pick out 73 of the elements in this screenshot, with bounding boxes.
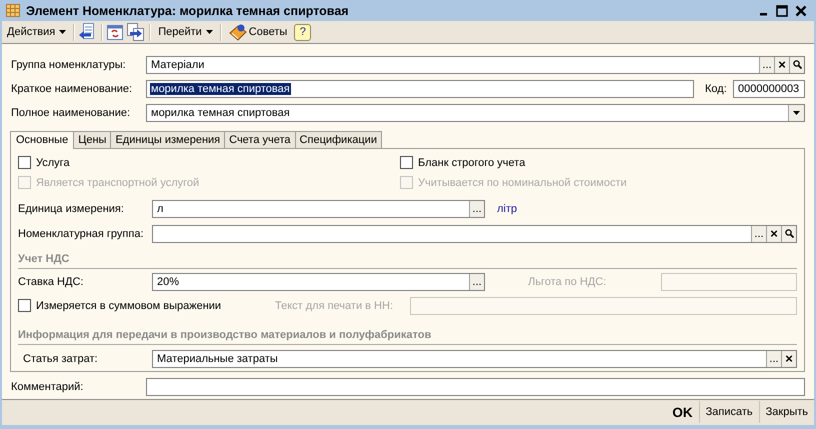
- table-icon: [6, 4, 20, 18]
- checkbox-label: Является транспортной услугой: [36, 176, 200, 189]
- footer-button[interactable]: OK: [666, 401, 699, 424]
- field-label: Ставка НДС:: [18, 276, 84, 288]
- maximize-icon[interactable]: [776, 4, 788, 17]
- checkbox[interactable]: [18, 156, 31, 170]
- field-label: Текст для печати в НН:: [275, 300, 394, 312]
- tab[interactable]: Счета учета: [224, 130, 296, 148]
- select-button[interactable]: ...: [751, 226, 766, 242]
- checkbox[interactable]: [400, 156, 413, 170]
- goto-menu[interactable]: Перейти: [155, 22, 216, 42]
- caret-icon: [793, 110, 800, 115]
- field-label: Комментарий:: [11, 380, 84, 393]
- checkbox-label: Учитывается по номинальной стоимости: [418, 176, 627, 189]
- calendar-icon[interactable]: [107, 24, 124, 40]
- book-icon: [228, 23, 247, 42]
- checkbox-label: Услуга: [36, 156, 70, 169]
- tab[interactable]: Единицы измерения: [110, 130, 226, 148]
- field-text: 0000000003: [737, 82, 800, 95]
- input-field[interactable]: Материальные затраты ... ×: [152, 350, 797, 368]
- field-label: Льгота по НДС:: [528, 276, 606, 288]
- field-label: Статья затрат:: [22, 352, 99, 364]
- select-button[interactable]: ...: [469, 201, 484, 218]
- clear-button[interactable]: ×: [774, 56, 789, 73]
- field-label: Группа номенклатуры:: [11, 58, 127, 71]
- field-text: морилка темная спиртовая: [150, 106, 291, 119]
- select-button[interactable]: ...: [759, 56, 774, 73]
- unit-link[interactable]: літр: [485, 203, 797, 216]
- field-label: Краткое наименование:: [11, 82, 134, 95]
- select-button[interactable]: ...: [766, 350, 781, 366]
- actions-menu[interactable]: Действия: [4, 22, 70, 42]
- tab[interactable]: Цены: [73, 130, 112, 148]
- input-field[interactable]: л ...: [152, 200, 485, 218]
- window-title: Элемент Номенклатура: морилка темная спиртовая: [26, 4, 350, 18]
- section-title: Информация для передачи в производство материалов и полуфабрикатов: [18, 328, 797, 346]
- input-field[interactable]: ... ×: [152, 224, 797, 243]
- search-button[interactable]: [781, 226, 796, 242]
- field-text: 20%: [156, 276, 180, 288]
- input-field[interactable]: морилка темная спиртовая: [146, 80, 694, 98]
- search-icon: [784, 229, 794, 238]
- field-label: Единица измерения:: [18, 203, 125, 216]
- select-button[interactable]: ...: [469, 274, 484, 290]
- input-field[interactable]: 0000000003: [733, 80, 805, 98]
- dropdown-button[interactable]: [788, 104, 804, 121]
- checkbox-label: Измеряется в суммовом выражении: [36, 300, 222, 312]
- field-text: морилка темная спиртовая: [150, 82, 291, 95]
- clear-button[interactable]: ×: [766, 226, 781, 242]
- field-label: Номенклатурная группа:: [18, 228, 145, 240]
- clear-button[interactable]: ×: [781, 350, 796, 366]
- footer-button[interactable]: Записать: [698, 401, 759, 424]
- input-field[interactable]: [146, 378, 805, 396]
- input-field[interactable]: морилка темная спиртовая: [146, 104, 805, 122]
- input-field[interactable]: 20% ...: [152, 272, 485, 291]
- field-label: Полное наименование:: [11, 106, 132, 119]
- tab[interactable]: Спецификации: [294, 130, 382, 148]
- caret-icon: [206, 30, 213, 34]
- input-field[interactable]: Матеріали ... ×: [146, 56, 805, 74]
- caret-icon: [59, 30, 66, 34]
- tips-button[interactable]: Советы: [226, 22, 290, 42]
- tab[interactable]: Основные: [10, 130, 74, 149]
- copy-icon[interactable]: [127, 23, 146, 42]
- section-title: Учет НДС: [18, 252, 797, 270]
- close-icon[interactable]: [795, 4, 807, 17]
- footer-button[interactable]: Закрыть: [758, 401, 814, 424]
- field-label: Код:: [704, 82, 728, 95]
- search-button[interactable]: [789, 56, 804, 73]
- field-text: Матеріали: [150, 58, 206, 71]
- checkbox-label: Бланк строгого учета: [418, 156, 526, 169]
- search-icon: [792, 60, 802, 70]
- checkbox[interactable]: [18, 299, 31, 312]
- field-text: л: [156, 203, 164, 216]
- field-text: Материальные затраты: [156, 352, 279, 364]
- help-button[interactable]: ?: [294, 24, 312, 41]
